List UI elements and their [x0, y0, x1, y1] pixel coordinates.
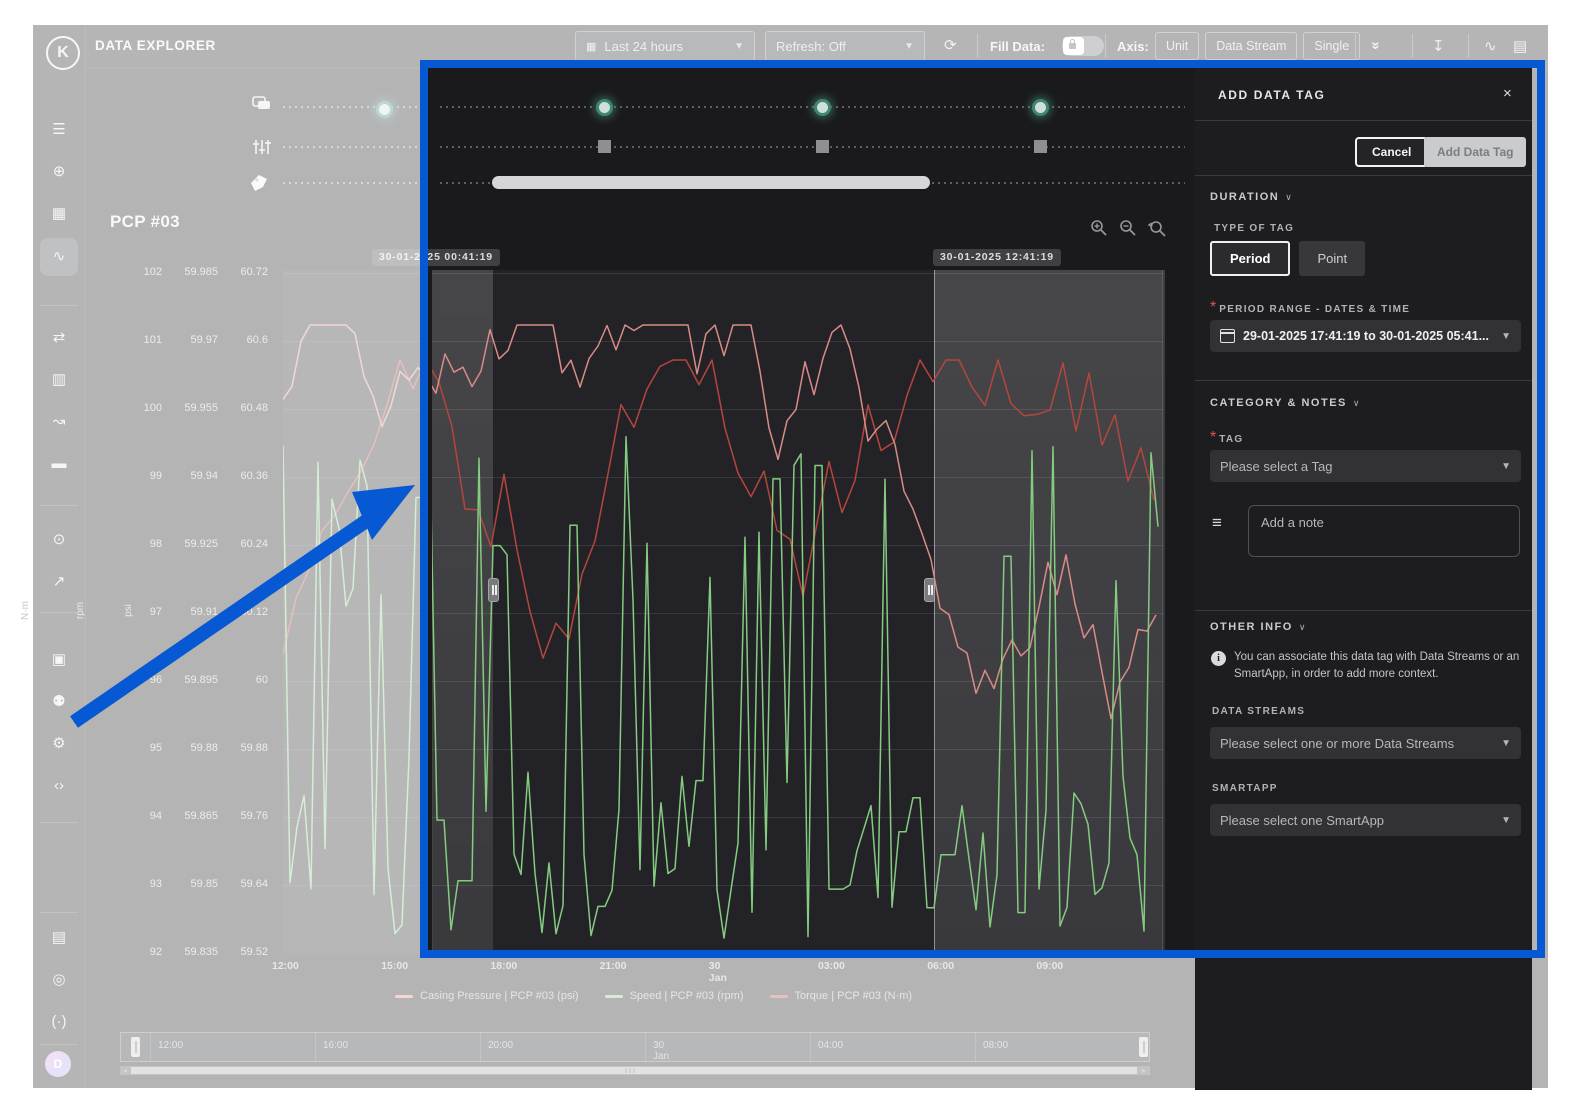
y-axis-unit-label: N·m	[20, 601, 31, 620]
highlight-annotation-box	[420, 60, 1545, 958]
